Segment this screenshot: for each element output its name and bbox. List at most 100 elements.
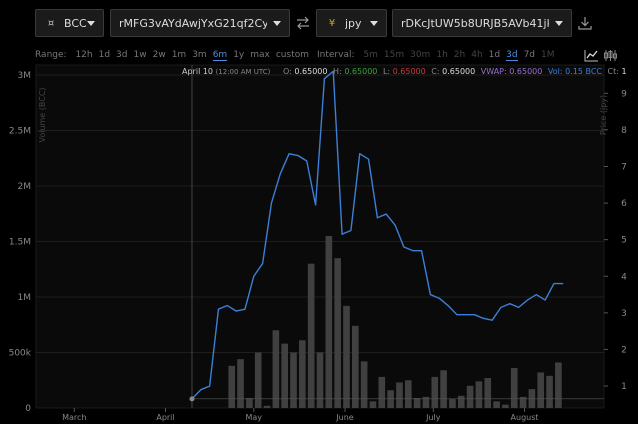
volume-tick-label: 1.5M (9, 238, 31, 248)
range-option-2w[interactable]: 2w (153, 50, 166, 60)
volume-bar (396, 382, 403, 408)
open-label: O: (283, 67, 292, 76)
price-point (491, 319, 493, 321)
volume-bar (466, 385, 474, 408)
price-tick-label: 1 (621, 382, 627, 392)
volume-bar (440, 370, 447, 408)
close-label: C: (431, 67, 440, 76)
volume-bar (413, 398, 421, 408)
count-label: Ct: (607, 67, 619, 76)
close-value: 0.65000 (442, 67, 476, 76)
volume-bar (299, 340, 306, 408)
low-label: L: (382, 67, 391, 76)
price-point (394, 224, 396, 226)
info-time: (12:00 AM UTC) (215, 68, 271, 76)
download-icon[interactable] (575, 11, 595, 35)
range-option-1w[interactable]: 1w (134, 50, 147, 60)
ohlc-info-bar: April 10 (12:00 AM UTC) (182, 67, 270, 76)
price-tick-label: 5 (621, 236, 627, 246)
volume-tick-label: 500k (9, 349, 32, 359)
volume-bar (502, 404, 509, 408)
volume-tick-label: 2M (18, 182, 32, 192)
range-option-1d[interactable]: 1d (99, 50, 110, 60)
volume-bar (263, 405, 271, 408)
x-tick-label: June (335, 413, 354, 422)
vwap-value: 0.65000 (509, 67, 543, 76)
vwap-label: VWAP: (480, 67, 507, 76)
price-point (482, 317, 484, 319)
volume-bar (246, 398, 253, 408)
price-point (244, 308, 246, 310)
range-label: Range: (35, 50, 67, 60)
range-selector: Range: 12h 1d 3d 1w 2w 1m 3m 6m 1y max custom (35, 50, 315, 61)
range-option-3d[interactable]: 3d (116, 50, 127, 60)
price-point (412, 250, 414, 252)
chevron-down-icon (273, 21, 281, 26)
range-option-12h[interactable]: 12h (75, 50, 92, 60)
range-option-1m[interactable]: 1m (172, 50, 187, 60)
price-tick-label: 3 (621, 309, 627, 319)
price-tick-label: 7 (621, 162, 627, 172)
x-tick-label: August (511, 413, 539, 422)
price-point (200, 389, 202, 391)
interval-option-1d[interactable]: 1d (489, 50, 500, 60)
price-point (253, 275, 255, 277)
interval-option-15m: 15m (383, 50, 405, 60)
quote-issuer-select[interactable]: rDKcJtUW5b8URJB5AVb41jkT... (392, 9, 572, 37)
price-point (306, 160, 308, 162)
base-currency-select[interactable]: ¤ BCC (35, 9, 104, 37)
price-point (447, 304, 449, 307)
volume-tick-label: 3M (18, 71, 32, 81)
range-option-1y[interactable]: 1y (233, 50, 244, 60)
volume-bar (546, 375, 553, 408)
interval-option-3d[interactable]: 3d (506, 50, 518, 61)
volume-bar (307, 263, 315, 408)
volume-bar (334, 258, 341, 408)
volume-bar (352, 325, 359, 408)
volume-bar (343, 305, 350, 408)
volume-value: 0.15 BCC (565, 67, 602, 76)
price-point (270, 202, 273, 204)
price-point (456, 314, 458, 316)
volume-bar (316, 352, 324, 408)
price-tick-label: 8 (621, 126, 627, 136)
price-point (553, 282, 555, 285)
volume-tick-label: 2.5M (9, 127, 31, 137)
candlestick-icon[interactable] (601, 47, 619, 63)
volume-bar (404, 380, 412, 408)
chevron-down-icon (87, 21, 95, 26)
quote-currency-code: jpy (345, 16, 362, 30)
price-volume-chart[interactable]: 0 500k 1M 1.5M 2M 2.5M 3M 1 2 3 4 5 6 7 8 9 March April Ma… (0, 63, 638, 424)
price-point (385, 213, 387, 215)
interval-option-5m: 5m (363, 50, 378, 60)
price-point (288, 153, 290, 155)
range-option-3m[interactable]: 3m (192, 50, 207, 60)
chevron-down-icon (555, 21, 563, 26)
volume-bar (493, 401, 500, 408)
price-point (509, 303, 511, 305)
quote-currency-select[interactable]: ¥ jpy (316, 9, 387, 37)
volume-bar (281, 343, 288, 408)
base-issuer-address: rMFG3vAYdAwjYxG21qf2CyZ... (119, 16, 267, 30)
interval-selector: Interval: 5m 15m 30m 1h 2h 4h 1d 3d 7d 1M (317, 50, 561, 61)
base-issuer-select[interactable]: rMFG3vAYdAwjYxG21qf2CyZ... (110, 9, 290, 37)
price-tick-label: 9 (621, 89, 627, 99)
price-point (500, 306, 502, 308)
price-point (465, 314, 467, 316)
price-point (323, 78, 326, 80)
price-axis-title: Price (jpy) (599, 95, 608, 135)
range-option-6m[interactable]: 6m (212, 50, 228, 61)
line-chart-icon[interactable] (582, 47, 600, 63)
volume-bar (254, 352, 262, 408)
price-point (359, 153, 361, 155)
yen-icon: ¥ (328, 17, 336, 29)
volume-bar (484, 378, 492, 408)
range-option-custom[interactable]: custom (276, 50, 309, 60)
price-point (403, 246, 405, 248)
quote-issuer-address: rDKcJtUW5b8URJB5AVb41jkT... (401, 16, 549, 30)
interval-option-7d[interactable]: 7d (524, 50, 535, 60)
currency-symbol-icon: ¤ (47, 17, 55, 29)
range-option-max[interactable]: max (250, 50, 270, 60)
swap-icon[interactable] (292, 11, 314, 35)
price-point (438, 297, 440, 299)
